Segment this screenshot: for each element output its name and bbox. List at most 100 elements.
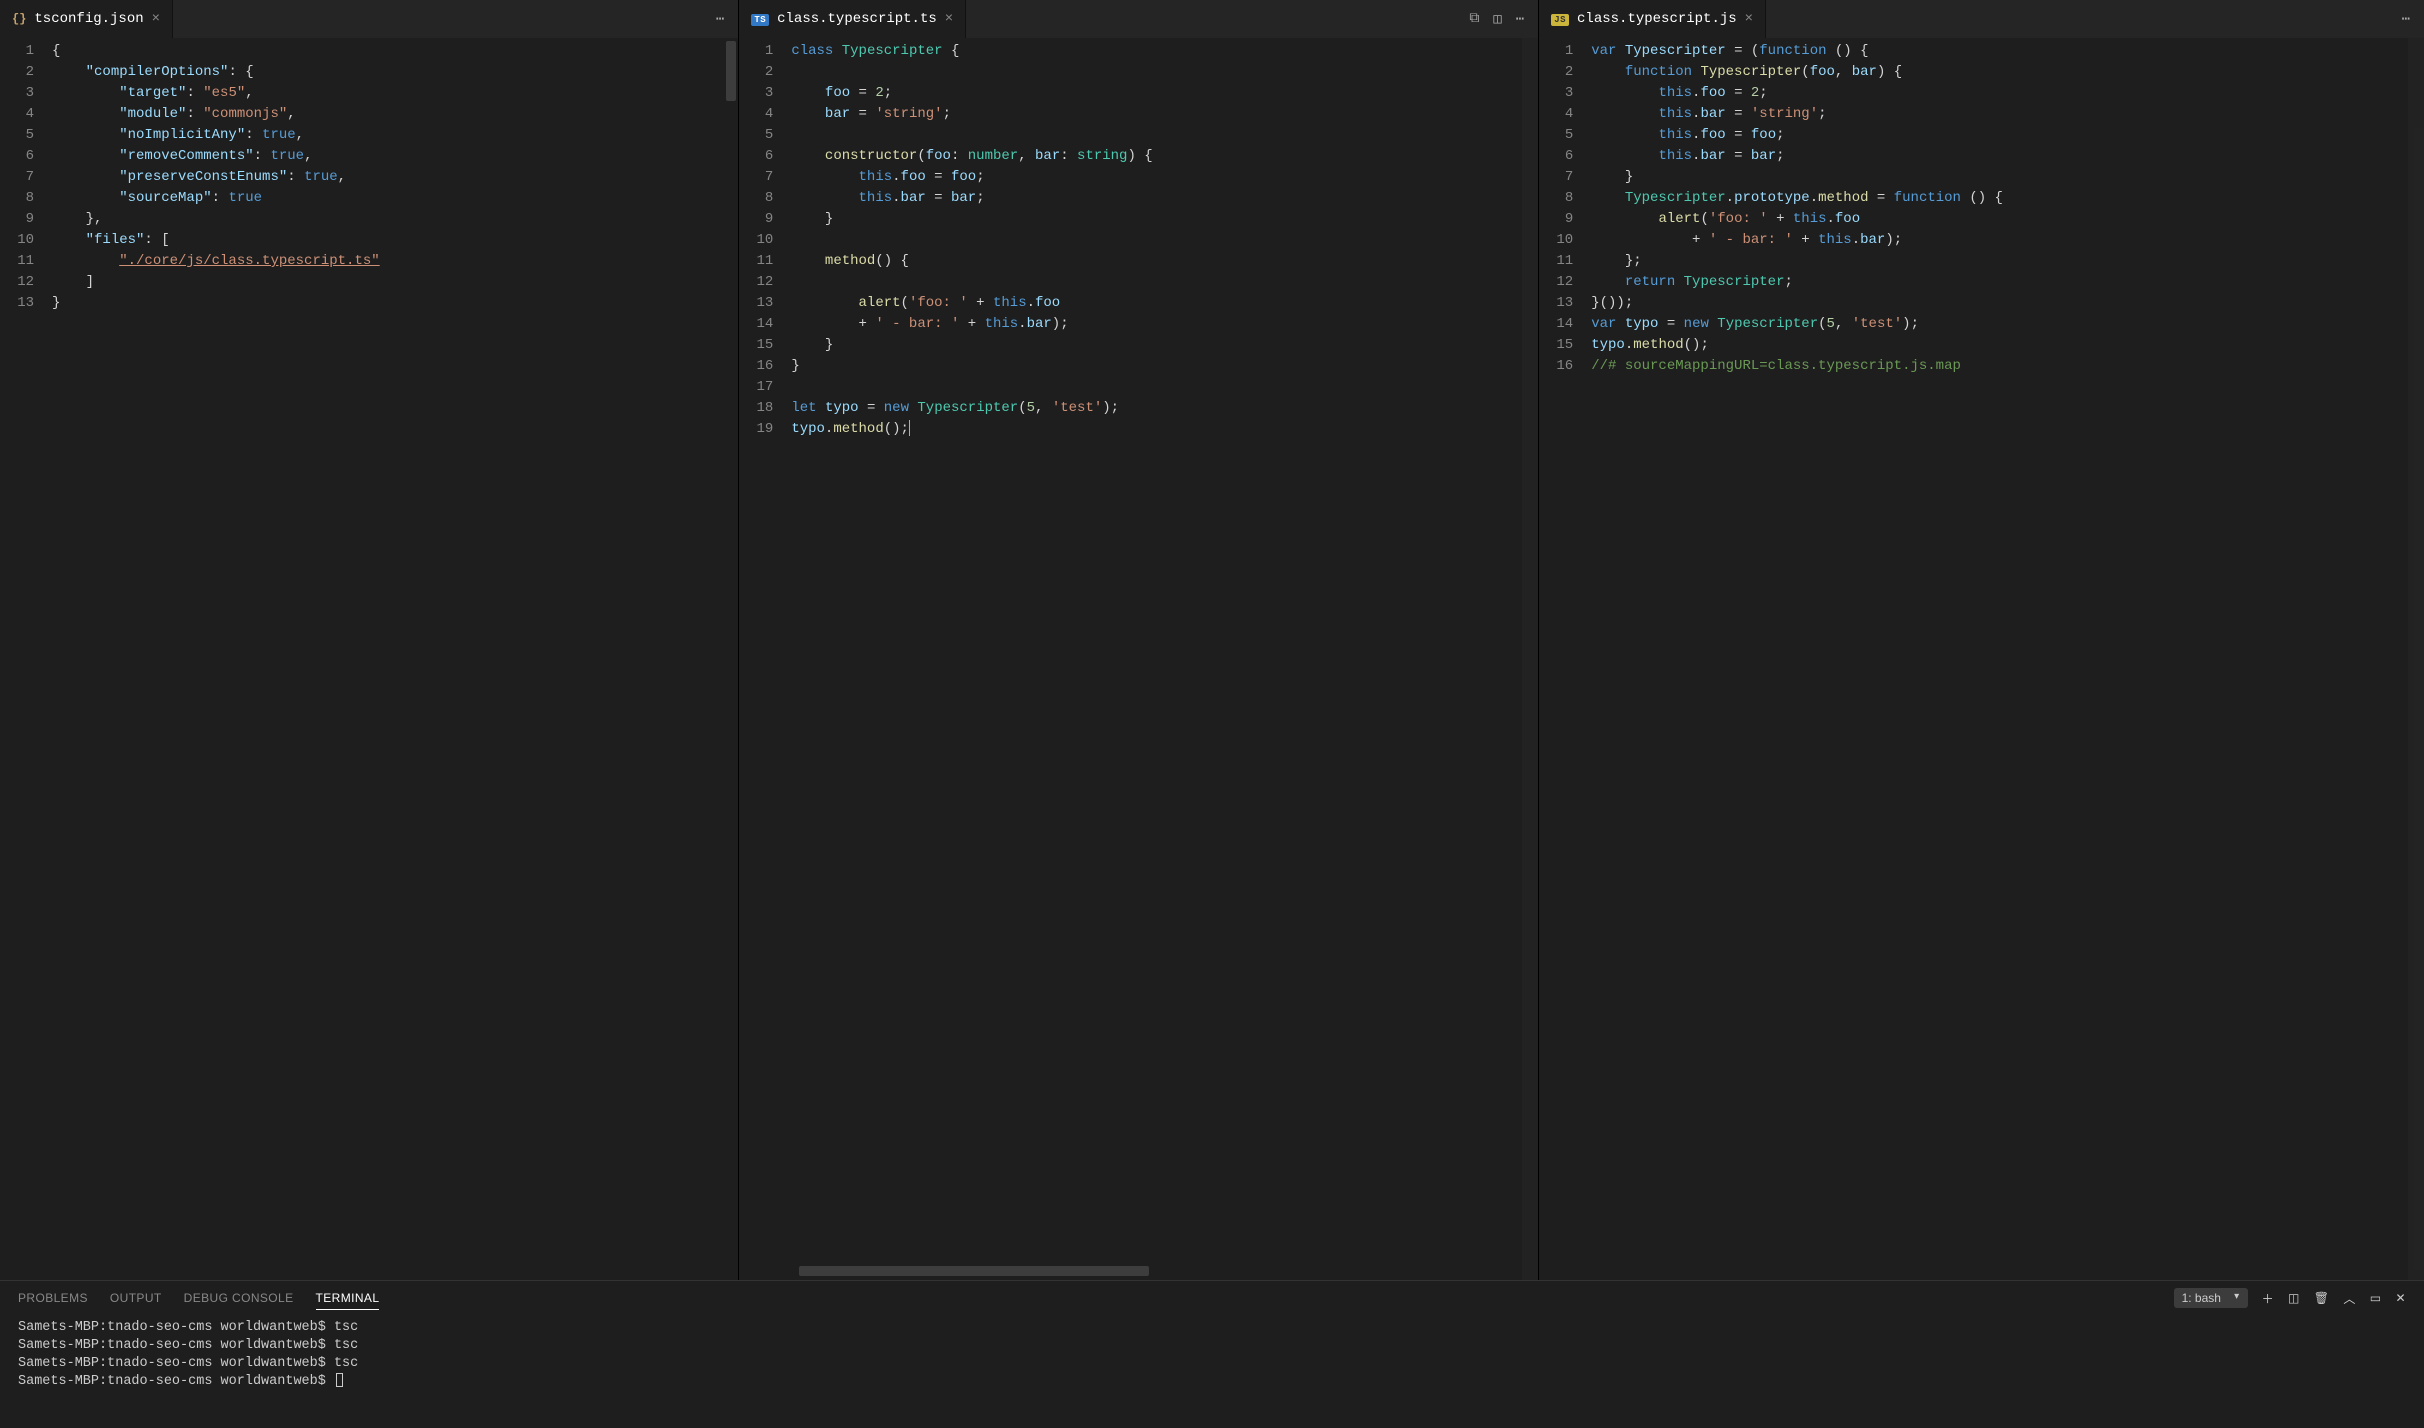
code-line[interactable]: }()); (1591, 293, 2424, 314)
terminal-line: Samets-MBP:tnado-seo-cms worldwantweb$ t… (18, 1355, 2406, 1373)
code-line[interactable]: class Typescripter { (791, 41, 1538, 62)
code-line[interactable]: { (52, 41, 738, 62)
code-line[interactable]: this.bar = 'string'; (1591, 104, 2424, 125)
code-line[interactable]: ] (52, 272, 738, 293)
code-line[interactable]: var typo = new Typescripter(5, 'test'); (1591, 314, 2424, 335)
code-line[interactable]: this.foo = 2; (1591, 83, 2424, 104)
tab-bar: {} tsconfig.json × ⋯ (0, 0, 738, 38)
code-line[interactable]: this.bar = bar; (1591, 146, 2424, 167)
close-tab-icon[interactable]: × (945, 11, 953, 27)
code-line[interactable]: return Typescripter; (1591, 272, 2424, 293)
terminal-select-dropdown[interactable]: 1: bash (2174, 1288, 2248, 1308)
tab-actions: ⋯ (2388, 11, 2424, 28)
horizontal-scrollbar[interactable] (799, 1266, 1149, 1276)
terminal-selector[interactable]: 1: bash (2174, 1288, 2248, 1308)
kill-terminal-icon[interactable]: 🗑 (2314, 1291, 2330, 1305)
code-line[interactable]: function Typescripter(foo, bar) { (1591, 62, 2424, 83)
code-line[interactable]: "module": "commonjs", (52, 104, 738, 125)
tab-bar: JS class.typescript.js × ⋯ (1539, 0, 2424, 38)
more-icon[interactable]: ⋯ (716, 11, 724, 28)
code-line[interactable]: let typo = new Typescripter(5, 'test'); (791, 398, 1538, 419)
code-line[interactable]: "sourceMap": true (52, 188, 738, 209)
code-content[interactable]: { "compilerOptions": { "target": "es5", … (52, 38, 738, 1280)
compare-changes-icon[interactable]: ⧉ (1469, 11, 1479, 28)
panel-tab-terminal[interactable]: TERMINAL (316, 1287, 380, 1310)
code-line[interactable]: } (791, 335, 1538, 356)
code-line[interactable]: }; (1591, 251, 2424, 272)
code-line[interactable]: var Typescripter = (function () { (1591, 41, 2424, 62)
code-line[interactable]: this.bar = bar; (791, 188, 1538, 209)
tab-actions: ⧉ ◫ ⋯ (1455, 11, 1538, 28)
code-line[interactable]: constructor(foo: number, bar: string) { (791, 146, 1538, 167)
code-line[interactable]: foo = 2; (791, 83, 1538, 104)
code-line[interactable]: alert('foo: ' + this.foo (1591, 209, 2424, 230)
code-line[interactable] (791, 62, 1538, 83)
code-content[interactable]: var Typescripter = (function () { functi… (1591, 38, 2424, 1280)
panel-tab-output[interactable]: OUTPUT (110, 1287, 162, 1309)
close-panel-icon[interactable]: ✕ (2396, 1291, 2406, 1305)
code-line[interactable]: "preserveConstEnums": true, (52, 167, 738, 188)
code-line[interactable]: "noImplicitAny": true, (52, 125, 738, 146)
code-line[interactable] (791, 230, 1538, 251)
code-line[interactable]: Typescripter.prototype.method = function… (1591, 188, 2424, 209)
tab-filename: class.typescript.js (1577, 11, 1737, 27)
chevron-up-icon[interactable]: ︿ (2343, 1290, 2355, 1307)
new-terminal-icon[interactable]: ＋ (2262, 1290, 2274, 1307)
terminal-output[interactable]: Samets-MBP:tnado-seo-cms worldwantweb$ t… (0, 1315, 2424, 1428)
panel-actions: 1: bash ＋ ◫ 🗑 ︿ ▭ ✕ (2174, 1288, 2406, 1308)
code-line[interactable]: typo.method(); (791, 419, 1538, 440)
editor-body[interactable]: 12345678910111213141516 var Typescripter… (1539, 38, 2424, 1280)
panel-tab-problems[interactable]: PROBLEMS (18, 1287, 88, 1309)
terminal-cursor (336, 1373, 343, 1387)
app-root: {} tsconfig.json × ⋯ 12345678910111213 {… (0, 0, 2424, 1428)
code-line[interactable]: "removeComments": true, (52, 146, 738, 167)
close-tab-icon[interactable]: × (1745, 11, 1753, 27)
maximize-panel-icon[interactable]: ▭ (2370, 1291, 2382, 1305)
split-editor-icon[interactable]: ◫ (1493, 11, 1501, 28)
code-line[interactable]: "compilerOptions": { (52, 62, 738, 83)
code-line[interactable] (791, 272, 1538, 293)
editor-body[interactable]: 12345678910111213 { "compilerOptions": {… (0, 38, 738, 1280)
bottom-panel: PROBLEMS OUTPUT DEBUG CONSOLE TERMINAL 1… (0, 1280, 2424, 1428)
code-line[interactable] (791, 377, 1538, 398)
vertical-scrollbar[interactable] (726, 41, 736, 101)
code-line[interactable]: "./core/js/class.typescript.ts" (52, 251, 738, 272)
json-file-icon: {} (12, 12, 26, 26)
code-line[interactable] (791, 125, 1538, 146)
tab-class-ts[interactable]: TS class.typescript.ts × (739, 0, 966, 38)
editor-group-container: {} tsconfig.json × ⋯ 12345678910111213 {… (0, 0, 2424, 1280)
code-line[interactable]: } (52, 293, 738, 314)
tab-class-js[interactable]: JS class.typescript.js × (1539, 0, 1766, 38)
minimap[interactable] (1522, 38, 1538, 1280)
code-line[interactable]: "files": [ (52, 230, 738, 251)
more-icon[interactable]: ⋯ (1516, 11, 1524, 28)
terminal-line: Samets-MBP:tnado-seo-cms worldwantweb$ t… (18, 1337, 2406, 1355)
tab-tsconfig[interactable]: {} tsconfig.json × (0, 0, 173, 38)
code-line[interactable]: typo.method(); (1591, 335, 2424, 356)
code-line[interactable]: //# sourceMappingURL=class.typescript.js… (1591, 356, 2424, 377)
terminal-line: Samets-MBP:tnado-seo-cms worldwantweb$ t… (18, 1319, 2406, 1337)
code-line[interactable]: + ' - bar: ' + this.bar); (1591, 230, 2424, 251)
split-terminal-icon[interactable]: ◫ (2288, 1291, 2300, 1305)
minimap[interactable] (2408, 38, 2424, 1280)
code-line[interactable]: method() { (791, 251, 1538, 272)
js-file-icon: JS (1551, 12, 1569, 26)
panel-tab-debug-console[interactable]: DEBUG CONSOLE (184, 1287, 294, 1309)
code-line[interactable]: } (1591, 167, 2424, 188)
close-tab-icon[interactable]: × (152, 11, 160, 27)
code-line[interactable]: alert('foo: ' + this.foo (791, 293, 1538, 314)
code-line[interactable]: this.foo = foo; (1591, 125, 2424, 146)
editor-body[interactable]: 12345678910111213141516171819 class Type… (739, 38, 1538, 1280)
editor-pane-3: JS class.typescript.js × ⋯ 1234567891011… (1539, 0, 2424, 1280)
code-line[interactable]: bar = 'string'; (791, 104, 1538, 125)
code-line[interactable]: }, (52, 209, 738, 230)
code-line[interactable]: + ' - bar: ' + this.bar); (791, 314, 1538, 335)
editor-pane-1: {} tsconfig.json × ⋯ 12345678910111213 {… (0, 0, 739, 1280)
code-line[interactable]: "target": "es5", (52, 83, 738, 104)
code-line[interactable]: } (791, 356, 1538, 377)
line-gutter: 12345678910111213141516171819 (739, 38, 791, 1280)
code-content[interactable]: class Typescripter { foo = 2; bar = 'str… (791, 38, 1538, 1280)
code-line[interactable]: } (791, 209, 1538, 230)
code-line[interactable]: this.foo = foo; (791, 167, 1538, 188)
more-icon[interactable]: ⋯ (2402, 11, 2410, 28)
